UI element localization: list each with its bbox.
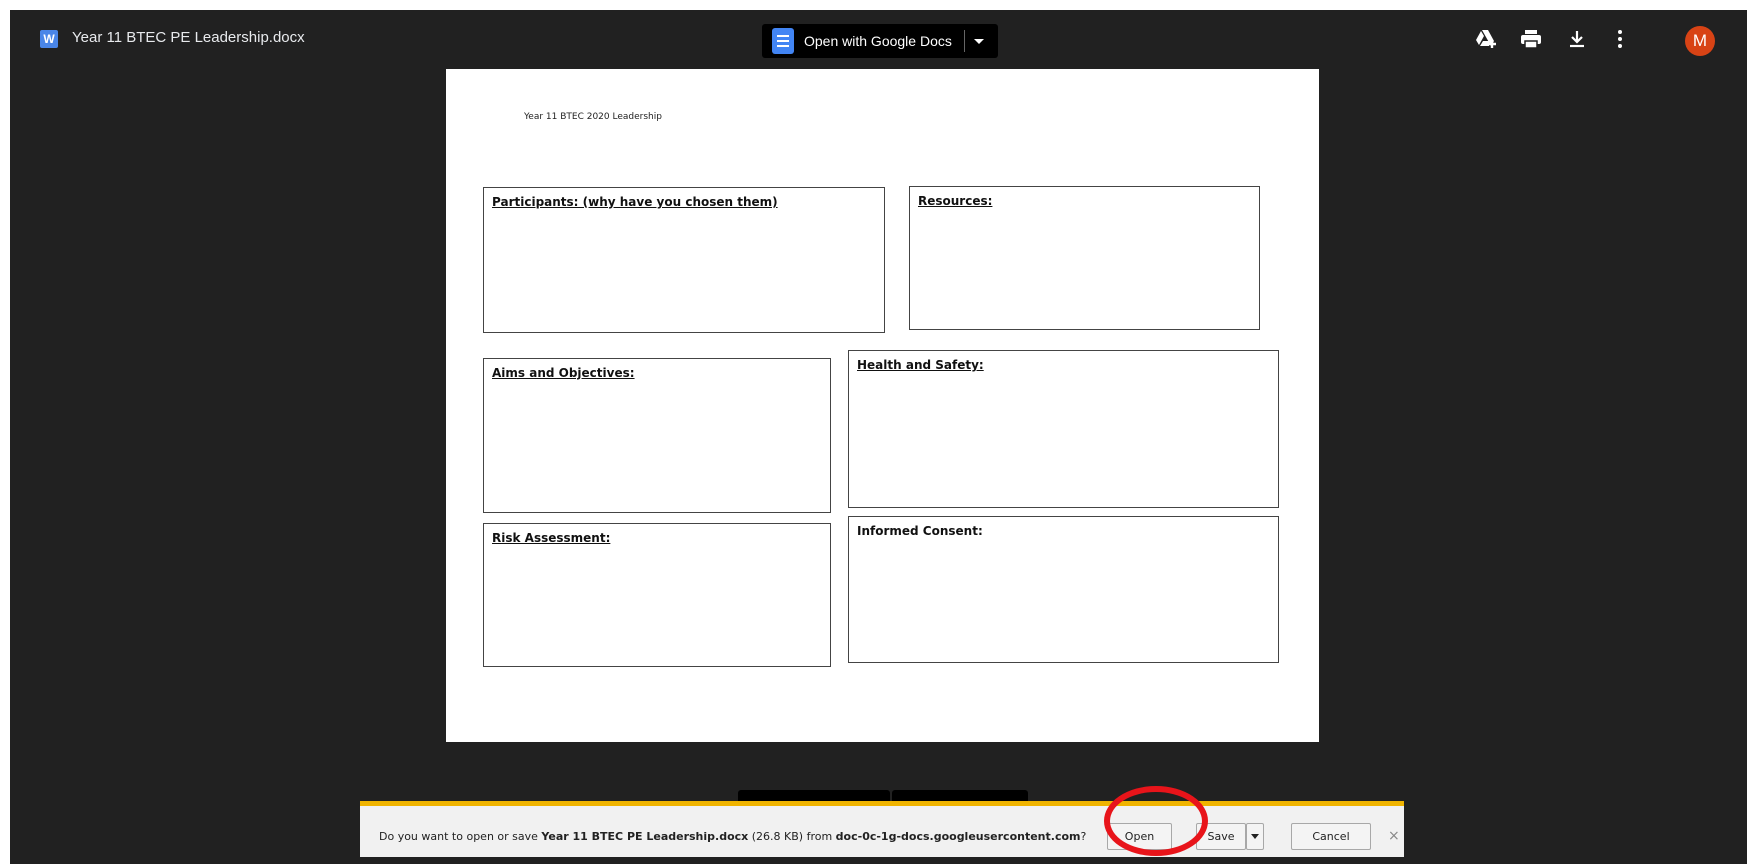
resources-box: Resources: xyxy=(909,186,1260,330)
chevron-down-icon xyxy=(1251,834,1259,839)
account-avatar[interactable]: M xyxy=(1685,26,1715,56)
open-with-divider xyxy=(963,30,965,52)
download-file-name: Year 11 BTEC PE Leadership.docx xyxy=(541,830,749,843)
add-to-drive-icon[interactable] xyxy=(1474,27,1498,51)
box-label: Aims and Objectives: xyxy=(492,366,635,380)
box-label: Resources: xyxy=(918,194,993,208)
save-options-button[interactable] xyxy=(1246,823,1264,850)
file-title: Year 11 BTEC PE Leadership.docx xyxy=(72,29,305,46)
informed-consent-box: Informed Consent: xyxy=(848,516,1279,663)
close-icon[interactable]: × xyxy=(1388,828,1400,844)
participants-box: Participants: (why have you chosen them) xyxy=(483,187,885,333)
open-with-dropdown-icon[interactable] xyxy=(973,38,984,44)
box-label: Participants: (why have you chosen them) xyxy=(492,195,778,209)
box-label: Health and Safety: xyxy=(857,358,984,372)
google-docs-icon xyxy=(772,28,794,54)
download-icon[interactable] xyxy=(1565,27,1589,51)
risk-assessment-box: Risk Assessment: xyxy=(483,523,831,667)
more-vert-icon[interactable] xyxy=(1608,27,1632,51)
file-viewer: W Year 11 BTEC PE Leadership.docx Open w… xyxy=(10,10,1747,864)
viewer-toolbar: W Year 11 BTEC PE Leadership.docx Open w… xyxy=(10,10,1747,66)
cancel-button[interactable]: Cancel xyxy=(1291,823,1371,850)
document-header: Year 11 BTEC 2020 Leadership xyxy=(524,112,662,122)
download-prompt: Do you want to open or save Year 11 BTEC… xyxy=(379,830,1086,843)
aims-objectives-box: Aims and Objectives: xyxy=(483,358,831,513)
print-icon[interactable] xyxy=(1519,27,1543,51)
health-safety-box: Health and Safety: xyxy=(848,350,1279,508)
download-source: doc-0c-1g-docs.googleusercontent.com xyxy=(835,830,1081,843)
download-file-size: (26.8 KB) from xyxy=(748,830,836,843)
download-notification-bar: Do you want to open or save Year 11 BTEC… xyxy=(360,801,1404,857)
open-with-label: Open with Google Docs xyxy=(804,33,952,49)
document-page: Year 11 BTEC 2020 Leadership Participant… xyxy=(446,69,1319,742)
annotation-circle xyxy=(1104,786,1208,856)
box-label: Informed Consent: xyxy=(857,524,983,538)
prompt-suffix: ? xyxy=(1080,830,1087,843)
prompt-prefix: Do you want to open or save xyxy=(379,830,542,843)
word-file-icon: W xyxy=(40,30,58,48)
open-with-google-docs-button[interactable]: Open with Google Docs xyxy=(762,24,998,58)
box-label: Risk Assessment: xyxy=(492,531,611,545)
